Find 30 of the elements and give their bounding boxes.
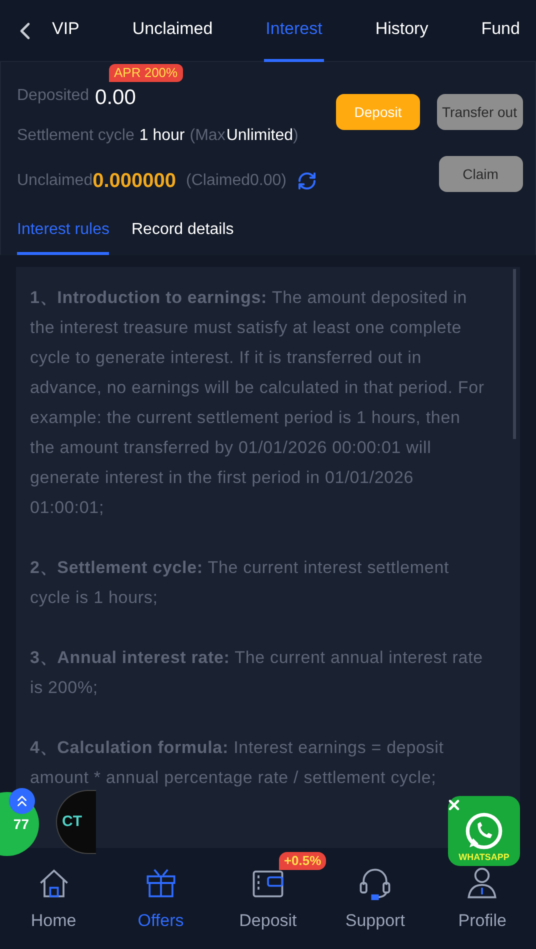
nav-tab[interactable]: Unclaimed [130, 0, 215, 62]
deposited-amount: 0.00 [95, 87, 136, 108]
unclaimed-label: Unclaimed [17, 171, 93, 191]
nav-tab[interactable]: VIP [50, 0, 82, 62]
sub-tab[interactable]: Record details [131, 218, 234, 255]
claimed-amount: (Claimed0.00) [186, 171, 286, 191]
unclaimed-amount: 0.000000 [92, 169, 176, 194]
bonus-badge: +0.5% [278, 852, 326, 870]
nav-tab[interactable]: Fund [479, 0, 522, 62]
max-close: ) [293, 126, 298, 146]
max-value: Unlimited [226, 126, 294, 146]
deposited-label: Deposited [17, 86, 90, 106]
settlement-label: Settlement cycle [17, 126, 134, 146]
action-button[interactable]: Claim [438, 156, 522, 192]
close-icon[interactable] [446, 797, 462, 813]
settlement-value: 1 hour [139, 126, 185, 146]
max-label: (Max [190, 126, 226, 146]
rule-paragraph: 2、Settlement cycle: The current interest settlement cycle is 1 hours; [30, 557, 450, 609]
bottom-nav-item[interactable]: Profile [437, 864, 528, 934]
action-button[interactable]: Transfer out [436, 94, 522, 130]
bottom-nav-item[interactable]: Offers [116, 864, 206, 934]
rule-paragraph: 4、Calculation formula: Interest earnings = deposit amount * annual percentage rate / settlement cycle; [30, 737, 445, 789]
rule-paragraph: 1、Introduction to earnings: The amount deposited in the interest treasure must satisfy at least one complete cycle to generate interest. If it is transferred out in advance, no earnings will be calculated in that period. For example: the current settlement period is 1 hours, then the amount transferred by 01/01/2026 00:00:01 will generate interest in the first period in 01/01/2026 01:00:01; [30, 287, 486, 519]
chat-phone-icon [464, 810, 504, 850]
rule-paragraph: 3、Annual interest rate: The current annual interest rate is 200%; [30, 647, 484, 699]
apr-badge: APR 200% [109, 64, 183, 82]
bottom-nav-item[interactable]: Home [8, 864, 99, 934]
refresh-icon[interactable] [296, 171, 316, 191]
bottom-nav-item[interactable]: Support [330, 864, 420, 934]
nav-tab[interactable]: History [373, 0, 430, 62]
